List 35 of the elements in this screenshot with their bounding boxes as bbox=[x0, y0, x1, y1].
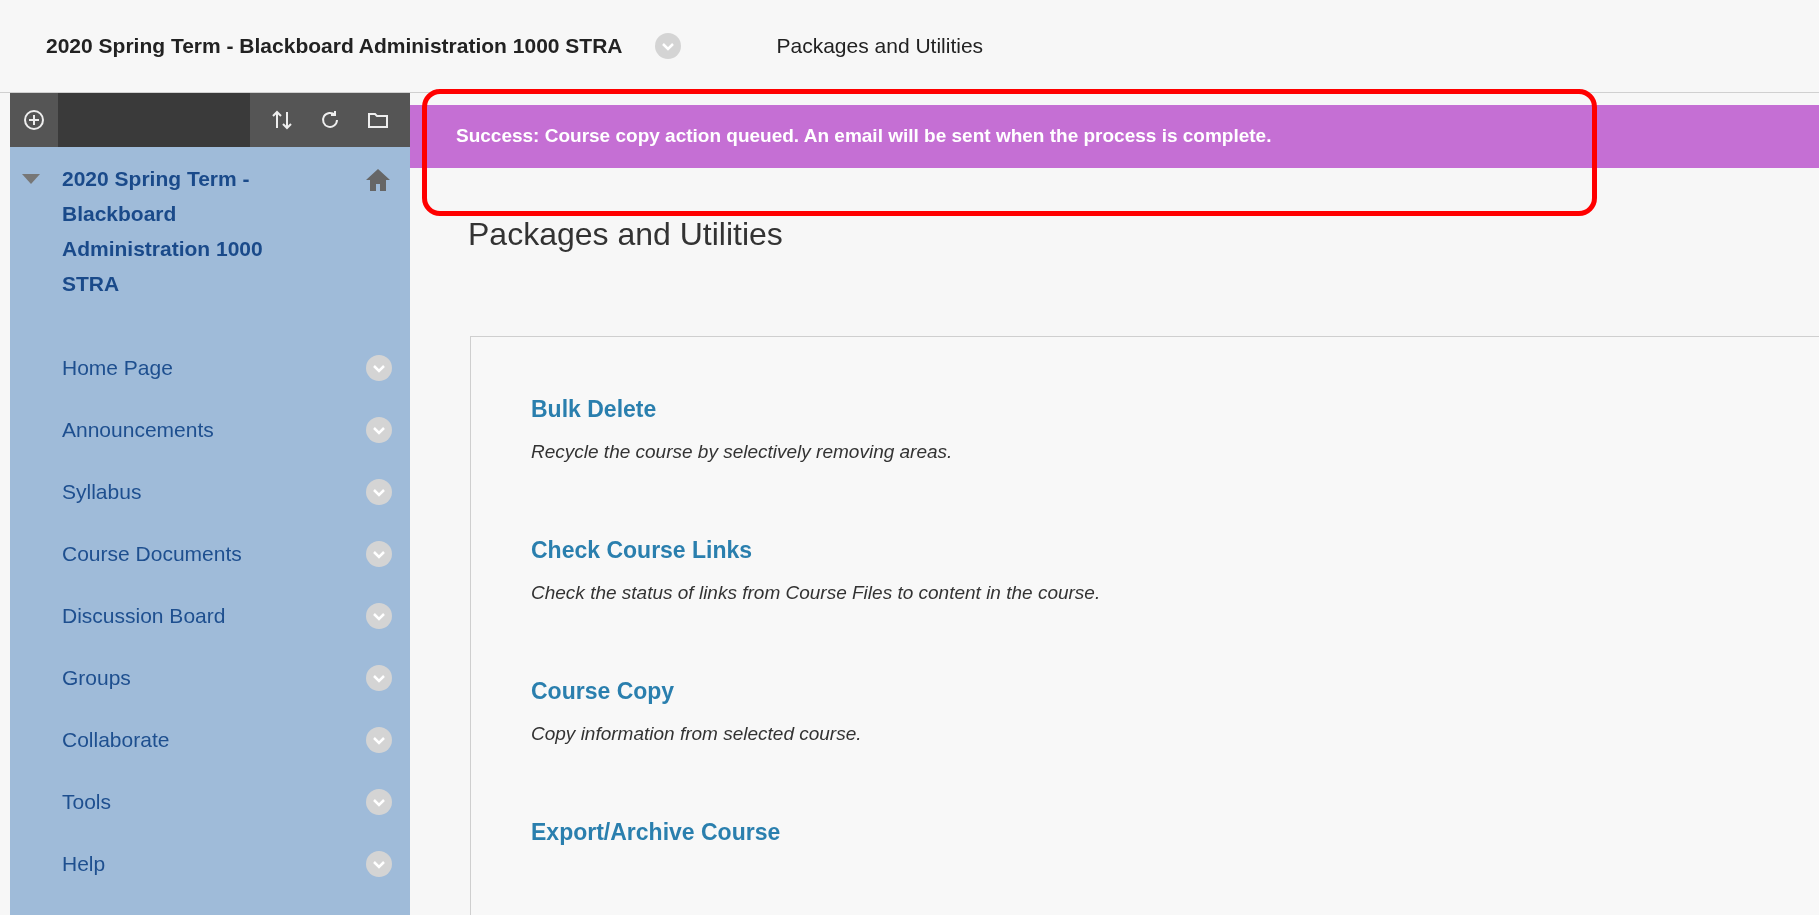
tool-description: Copy information from selected course. bbox=[531, 722, 862, 746]
item-menu-chevron-icon[interactable] bbox=[366, 417, 392, 443]
tool-link[interactable]: Course Copy bbox=[531, 673, 675, 708]
tool-link[interactable]: Bulk Delete bbox=[531, 391, 657, 426]
course-menu-link[interactable]: Help bbox=[62, 848, 106, 880]
item-menu-chevron-icon[interactable] bbox=[366, 789, 392, 815]
course-menu-title[interactable]: 2020 Spring Term - Blackboard Administration 1000 STRA bbox=[62, 161, 322, 301]
collapse-triangle-icon[interactable] bbox=[20, 172, 42, 186]
tool-link[interactable]: Export/Archive Course bbox=[531, 814, 781, 849]
course-menu-link[interactable]: Tools bbox=[62, 786, 112, 818]
tool-description: Recycle the course by selectively removing areas. bbox=[531, 440, 953, 464]
item-menu-chevron-icon[interactable] bbox=[366, 479, 392, 505]
breadcrumb-page-title: Packages and Utilities bbox=[776, 33, 984, 60]
item-menu-chevron-icon[interactable] bbox=[366, 727, 392, 753]
course-menu-link[interactable]: Syllabus bbox=[62, 476, 142, 508]
item-menu-chevron-icon[interactable] bbox=[366, 603, 392, 629]
course-menu-link[interactable]: Groups bbox=[62, 662, 131, 694]
tool-description: Check the status of links from Course Files to content in the course. bbox=[531, 581, 1101, 605]
course-title[interactable]: 2020 Spring Term - Blackboard Administration 1000 STRA bbox=[46, 30, 623, 62]
course-menu-link[interactable]: Collaborate bbox=[62, 724, 170, 756]
page-heading: Packages and Utilities bbox=[468, 214, 783, 254]
course-menu-link[interactable]: Home Page bbox=[62, 352, 173, 384]
item-menu-chevron-icon[interactable] bbox=[366, 355, 392, 381]
sort-arrows-icon[interactable] bbox=[270, 108, 294, 132]
course-menu-link[interactable]: Announcements bbox=[62, 414, 214, 446]
course-menu-chevron-icon[interactable] bbox=[654, 33, 681, 59]
home-icon[interactable] bbox=[364, 167, 392, 193]
success-message: Success: Course copy action queued. An email will be sent when the process is complete. bbox=[456, 124, 1272, 148]
course-menu-link[interactable]: Course Documents bbox=[62, 538, 242, 570]
tool-link[interactable]: Check Course Links bbox=[531, 532, 753, 567]
item-menu-chevron-icon[interactable] bbox=[366, 851, 392, 877]
item-menu-chevron-icon[interactable] bbox=[366, 541, 392, 567]
course-menu-link[interactable]: Discussion Board bbox=[62, 600, 226, 632]
add-icon[interactable] bbox=[23, 109, 45, 131]
item-menu-chevron-icon[interactable] bbox=[366, 665, 392, 691]
